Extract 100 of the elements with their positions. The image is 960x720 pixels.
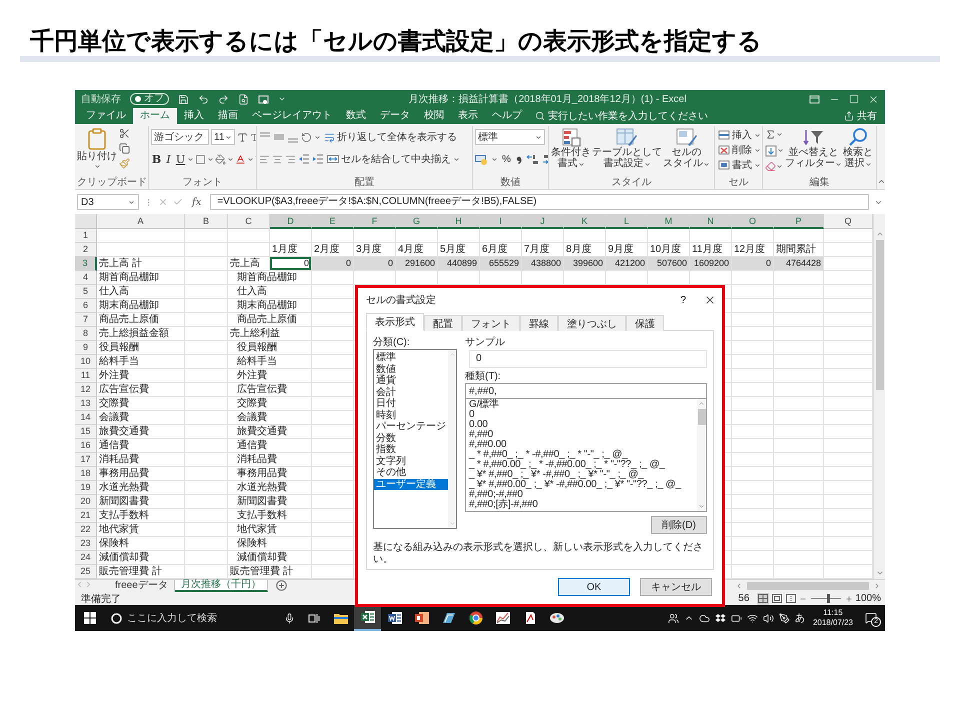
clock[interactable]: 11:15 2018/07/23 [810, 608, 856, 628]
folder-icon[interactable] [332, 611, 348, 625]
editing-button[interactable]: 並べ替えと フィルター [785, 126, 842, 170]
fill-color-icon[interactable] [215, 154, 226, 164]
caret-icon[interactable] [578, 160, 584, 168]
font-color-icon[interactable] [235, 154, 246, 164]
caret-icon[interactable] [187, 156, 194, 162]
format-item[interactable]: _ ¥* #,##0_ ;_ ¥* -#,##0_ ;_ ¥* "-"_ ;_ @_ [469, 470, 694, 480]
eraser-icon[interactable] [765, 161, 776, 172]
caret-icon[interactable] [754, 146, 761, 154]
caret-icon[interactable] [864, 160, 872, 168]
wrap-text-button[interactable]: 折り返して全体を表示する [323, 130, 458, 144]
scroll-up-icon[interactable] [698, 400, 705, 407]
column-header[interactable]: G [396, 214, 438, 229]
spreadsheet-app-icon[interactable] [360, 610, 376, 624]
clipboard-icon[interactable] [85, 127, 109, 151]
volume-icon[interactable] [762, 612, 774, 624]
previous-sheet-icon[interactable] [75, 580, 84, 589]
taskbar-search-field[interactable]: ここに入力して検索 [127, 612, 279, 624]
caret-icon[interactable] [94, 163, 100, 170]
caret-icon[interactable] [703, 160, 710, 168]
format-item[interactable]: #,##0;-#,##0 [469, 490, 694, 500]
category-item[interactable]: 会計 [374, 386, 448, 398]
chart-app-icon[interactable] [494, 611, 510, 625]
align-right-icon[interactable] [285, 154, 296, 164]
format-item[interactable]: 0 [469, 410, 694, 420]
category-item[interactable]: 指数 [374, 444, 448, 456]
caret-icon[interactable] [776, 163, 783, 170]
cells-button[interactable]: 削除 [717, 143, 762, 157]
cancel-button[interactable]: キャンセル [640, 578, 712, 596]
align-left-icon[interactable] [259, 154, 270, 164]
ime-mode-indicator[interactable]: あ [794, 611, 805, 625]
save-icon[interactable] [178, 94, 189, 104]
cells-button[interactable]: 書式 [717, 158, 762, 172]
ribbon-display-icon[interactable] [809, 94, 820, 104]
format-item[interactable]: #,##0 [469, 430, 694, 440]
caret-icon[interactable] [491, 156, 498, 162]
table-cell[interactable]: 1609200 [690, 257, 732, 271]
dialog-tab[interactable]: 表示形式 [366, 313, 424, 331]
column-header[interactable]: Q [824, 214, 873, 229]
ribbon-tab[interactable]: ページレイアウト [245, 108, 339, 124]
column-header[interactable]: D [270, 214, 312, 229]
table-cell[interactable]: 655529 [480, 257, 522, 271]
insert-function-button[interactable]: fx [188, 196, 206, 208]
column-header[interactable]: O [732, 214, 774, 229]
search-icon[interactable] [848, 127, 868, 147]
style-button[interactable]: テーブルとして 書式設定 [592, 126, 662, 170]
ribbon-tab[interactable]: ホーム [133, 108, 177, 124]
wrap-text-icon[interactable] [324, 132, 335, 142]
format-item[interactable]: _ * #,##0.00_ ;_ * -#,##0.00_ ;_ * "-"??_ ;_ @_ [469, 460, 694, 470]
battery-icon[interactable] [730, 612, 742, 624]
caret-icon[interactable] [227, 156, 234, 162]
column-header[interactable]: L [606, 214, 648, 229]
sum-icon[interactable] [765, 129, 776, 140]
increase-decimal-icon[interactable] [526, 153, 539, 165]
category-item[interactable]: 文字列 [374, 456, 448, 467]
category-item[interactable]: 分数 [374, 432, 448, 444]
bold-button[interactable]: B [151, 152, 162, 166]
ribbon-tab[interactable]: 挿入 [177, 108, 211, 124]
format-cells-icon[interactable] [718, 159, 730, 171]
caret-icon[interactable] [777, 147, 784, 154]
table-format-icon[interactable] [616, 127, 638, 147]
caret-icon[interactable] [207, 156, 214, 162]
category-item[interactable]: その他 [374, 467, 448, 478]
delete-cells-icon[interactable] [718, 144, 730, 156]
help-button[interactable]: ? [676, 294, 690, 306]
formula-field[interactable]: =VLOOKUP($A3,freeeデータ!$A:$N,COLUMN(freeeデータ!B5),FALSE) [210, 194, 869, 210]
scroll-up-icon[interactable] [876, 230, 884, 238]
currency-icon[interactable] [475, 153, 488, 165]
sort-filter-icon[interactable] [802, 127, 824, 147]
conditional-format-icon[interactable] [561, 127, 581, 147]
category-item[interactable]: ユーザー定義 [374, 478, 448, 490]
taskbar-app-button[interactable] [354, 605, 381, 631]
people-icon[interactable] [668, 612, 679, 624]
orientation-icon[interactable] [301, 132, 312, 142]
insert-cells-icon[interactable] [718, 129, 730, 141]
column-header[interactable]: H [438, 214, 480, 229]
category-item[interactable]: 通貨 [374, 375, 448, 386]
increase-indent-icon[interactable] [312, 153, 324, 165]
merge-cells-icon[interactable] [327, 153, 339, 165]
table-cell[interactable]: 440899 [438, 257, 480, 271]
type-input-field[interactable]: #,##0, [465, 383, 707, 399]
dialog-tab[interactable]: 保護 [626, 315, 664, 331]
dialog-tab[interactable]: フォント [462, 315, 520, 331]
category-item[interactable]: 時刻 [374, 410, 448, 421]
zoom-slider-thumb[interactable] [826, 594, 830, 603]
caret-icon[interactable] [247, 156, 254, 162]
column-header[interactable]: C [228, 214, 270, 229]
wifi-icon[interactable] [746, 612, 758, 624]
redo-icon[interactable] [218, 94, 229, 104]
cortana-circle-icon[interactable] [111, 612, 122, 624]
ribbon-tab[interactable]: 描画 [211, 108, 245, 124]
format-item[interactable]: #,##0;[赤]-#,##0 [469, 500, 694, 510]
caret-icon[interactable] [314, 134, 321, 140]
column-header[interactable]: I [480, 214, 522, 229]
table-cell[interactable]: 0 [732, 257, 774, 271]
column-header[interactable]: F [354, 214, 396, 229]
column-header[interactable]: K [564, 214, 606, 229]
merge-center-button[interactable]: セルを結合して中央揃え [326, 152, 461, 166]
scissors-icon[interactable] [119, 128, 130, 139]
